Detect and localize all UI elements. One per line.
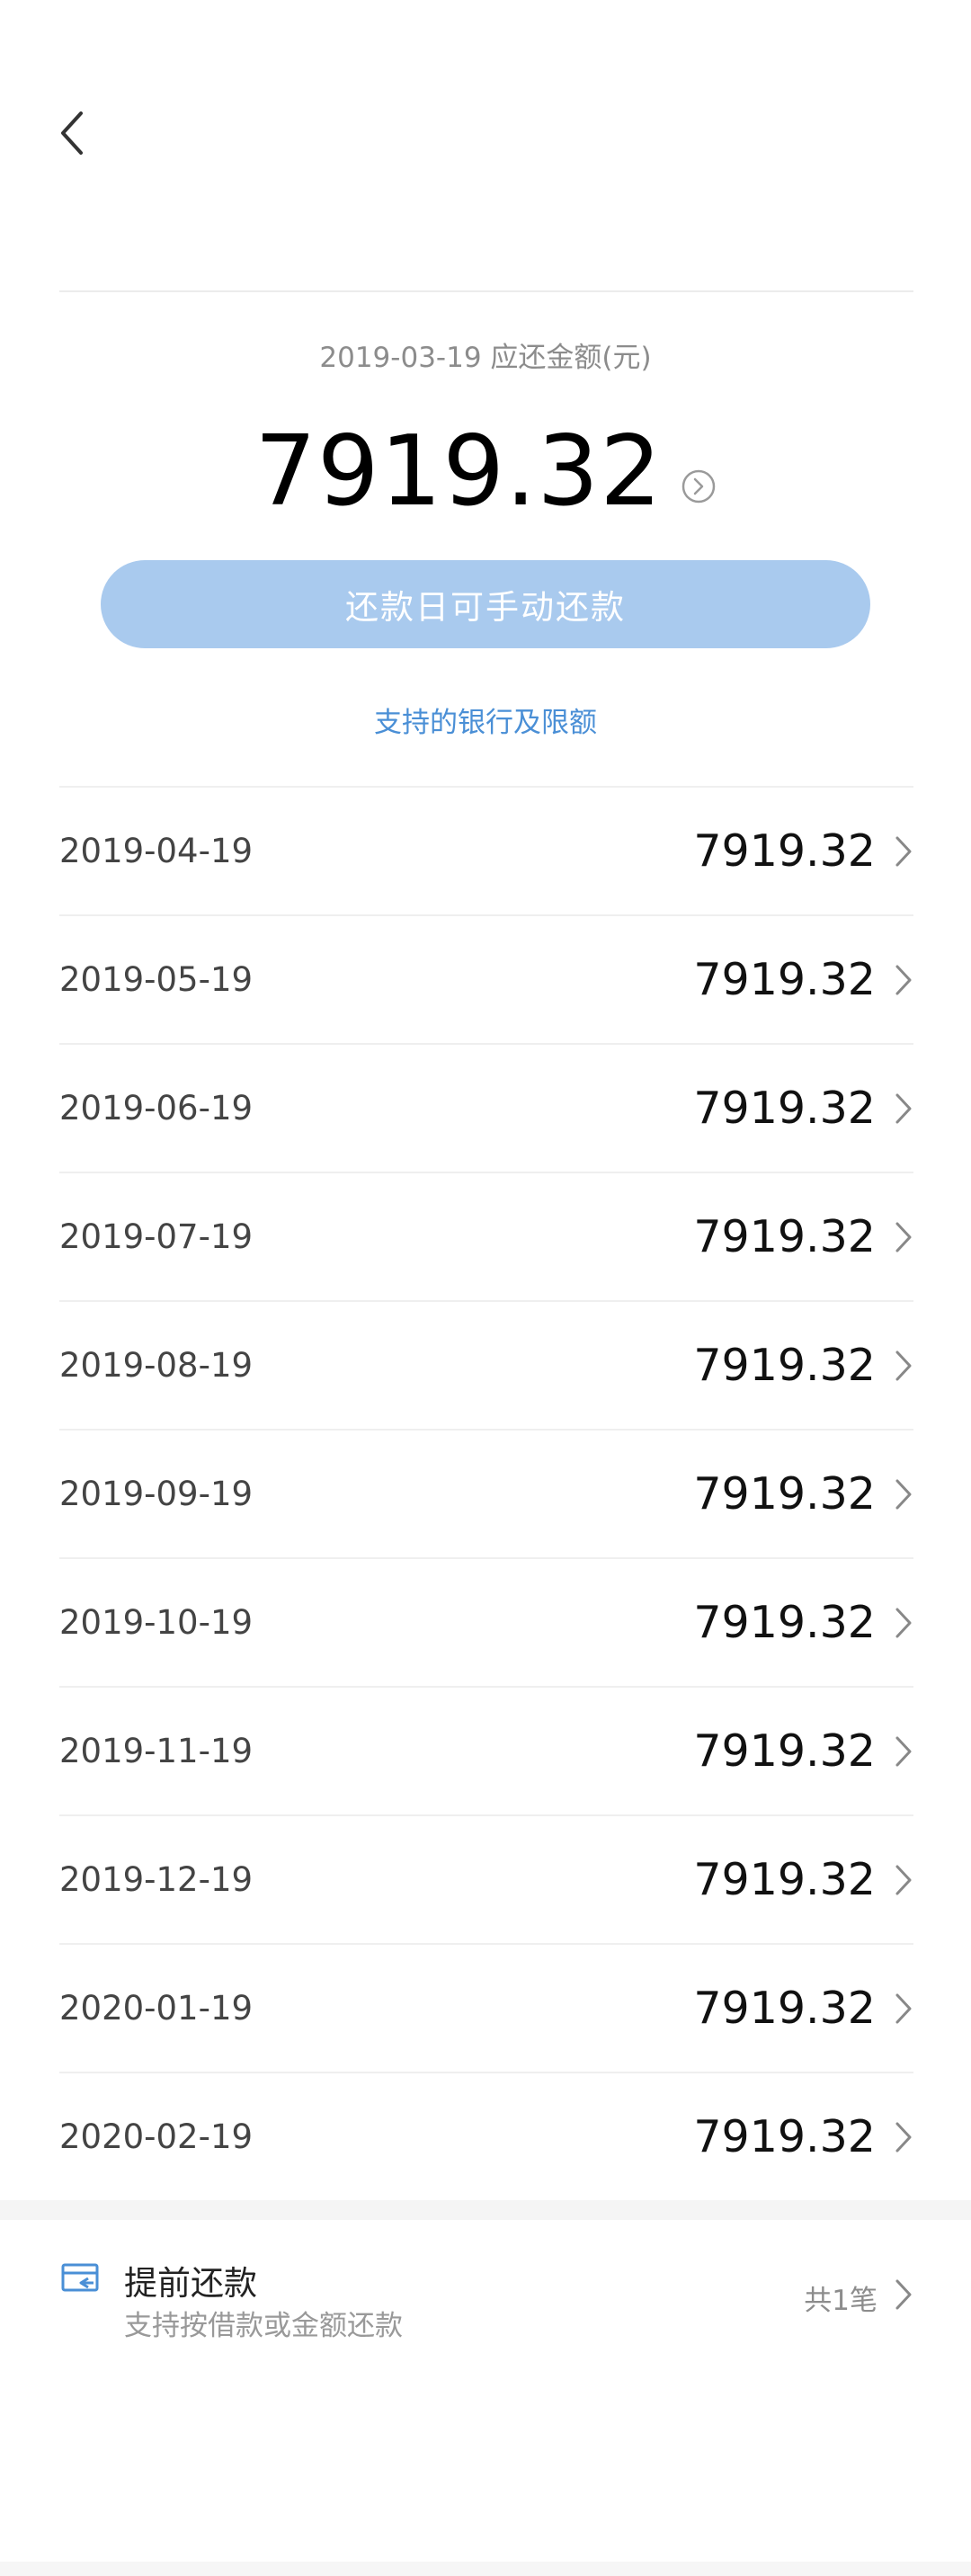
chevron-right-icon xyxy=(895,1736,912,1767)
prepay-title: 提前还款 xyxy=(124,2264,257,2303)
card-refund-icon xyxy=(61,2263,99,2292)
schedule-row[interactable]: 2020-01-19 7919.32 xyxy=(59,1943,913,2072)
prepay-entry[interactable]: 提前还款 支持按借款或金额还款 共1笔 xyxy=(0,2220,971,2562)
schedule-amount: 7919.32 xyxy=(693,1854,876,1905)
schedule-amount: 7919.32 xyxy=(693,2111,876,2162)
header-divider xyxy=(59,290,913,292)
schedule-amount: 7919.32 xyxy=(693,1597,876,1648)
schedule-date: 2020-01-19 xyxy=(59,1989,254,2028)
repayment-panel: 2019-03-19 应还金额(元) 7919.32 还款日可手动还款 支持的银… xyxy=(0,0,971,2200)
schedule-amount: 7919.32 xyxy=(693,1725,876,1777)
schedule-row[interactable]: 2020-02-19 7919.32 xyxy=(59,2072,913,2200)
schedule-amount: 7919.32 xyxy=(693,1211,876,1262)
schedule-date: 2019-10-19 xyxy=(59,1603,254,1642)
supported-banks-link[interactable]: 支持的银行及限额 xyxy=(0,700,971,740)
chevron-right-icon xyxy=(895,1350,912,1381)
section-separator xyxy=(0,2200,971,2220)
chevron-right-icon xyxy=(895,2122,912,2153)
schedule-row[interactable]: 2019-06-19 7919.32 xyxy=(59,1043,913,1172)
schedule-date: 2019-04-19 xyxy=(59,832,254,870)
chevron-right-icon xyxy=(895,965,912,995)
chevron-left-icon xyxy=(61,111,83,155)
due-date-label: 2019-03-19 应还金额(元) xyxy=(319,342,652,374)
schedule-row[interactable]: 2019-07-19 7919.32 xyxy=(59,1172,913,1300)
chevron-right-icon xyxy=(895,1093,912,1124)
schedule-date: 2019-06-19 xyxy=(59,1089,254,1128)
repayment-schedule-list: 2019-04-19 7919.32 2019-05-19 7919.32 20… xyxy=(59,786,913,2200)
schedule-row[interactable]: 2019-05-19 7919.32 xyxy=(59,914,913,1043)
schedule-date: 2019-05-19 xyxy=(59,960,254,999)
chevron-right-icon xyxy=(895,1222,912,1252)
circle-chevron-right-icon[interactable] xyxy=(681,468,717,504)
schedule-date: 2019-09-19 xyxy=(59,1475,254,1513)
schedule-amount: 7919.32 xyxy=(693,1340,876,1391)
back-button[interactable] xyxy=(52,106,97,160)
chevron-right-icon xyxy=(895,1479,912,1510)
schedule-amount: 7919.32 xyxy=(693,954,876,1005)
chevron-right-icon xyxy=(895,1608,912,1638)
schedule-amount: 7919.32 xyxy=(693,1983,876,2034)
schedule-amount: 7919.32 xyxy=(693,1468,876,1520)
schedule-row[interactable]: 2019-04-19 7919.32 xyxy=(59,786,913,914)
schedule-row[interactable]: 2019-10-19 7919.32 xyxy=(59,1557,913,1686)
schedule-row[interactable]: 2019-11-19 7919.32 xyxy=(59,1686,913,1814)
schedule-date: 2019-11-19 xyxy=(59,1732,254,1770)
due-amount: 7919.32 xyxy=(254,415,663,528)
manual-repay-button[interactable]: 还款日可手动还款 xyxy=(101,560,870,648)
due-amount-group[interactable]: 7919.32 xyxy=(0,400,971,526)
schedule-row[interactable]: 2019-08-19 7919.32 xyxy=(59,1300,913,1429)
prepay-count: 共1笔 xyxy=(804,2285,877,2317)
schedule-date: 2020-02-19 xyxy=(59,2117,254,2156)
prepay-subtitle: 支持按借款或金额还款 xyxy=(124,2310,403,2342)
chevron-right-icon xyxy=(895,2279,912,2310)
schedule-row[interactable]: 2019-09-19 7919.32 xyxy=(59,1429,913,1557)
chevron-right-icon xyxy=(895,836,912,867)
chevron-right-icon xyxy=(895,1865,912,1895)
schedule-date: 2019-08-19 xyxy=(59,1346,254,1385)
schedule-amount: 7919.32 xyxy=(693,1083,876,1134)
chevron-right-icon xyxy=(895,1993,912,2024)
schedule-date: 2019-12-19 xyxy=(59,1860,254,1899)
schedule-amount: 7919.32 xyxy=(693,825,876,877)
schedule-date: 2019-07-19 xyxy=(59,1217,254,1256)
schedule-row[interactable]: 2019-12-19 7919.32 xyxy=(59,1814,913,1943)
